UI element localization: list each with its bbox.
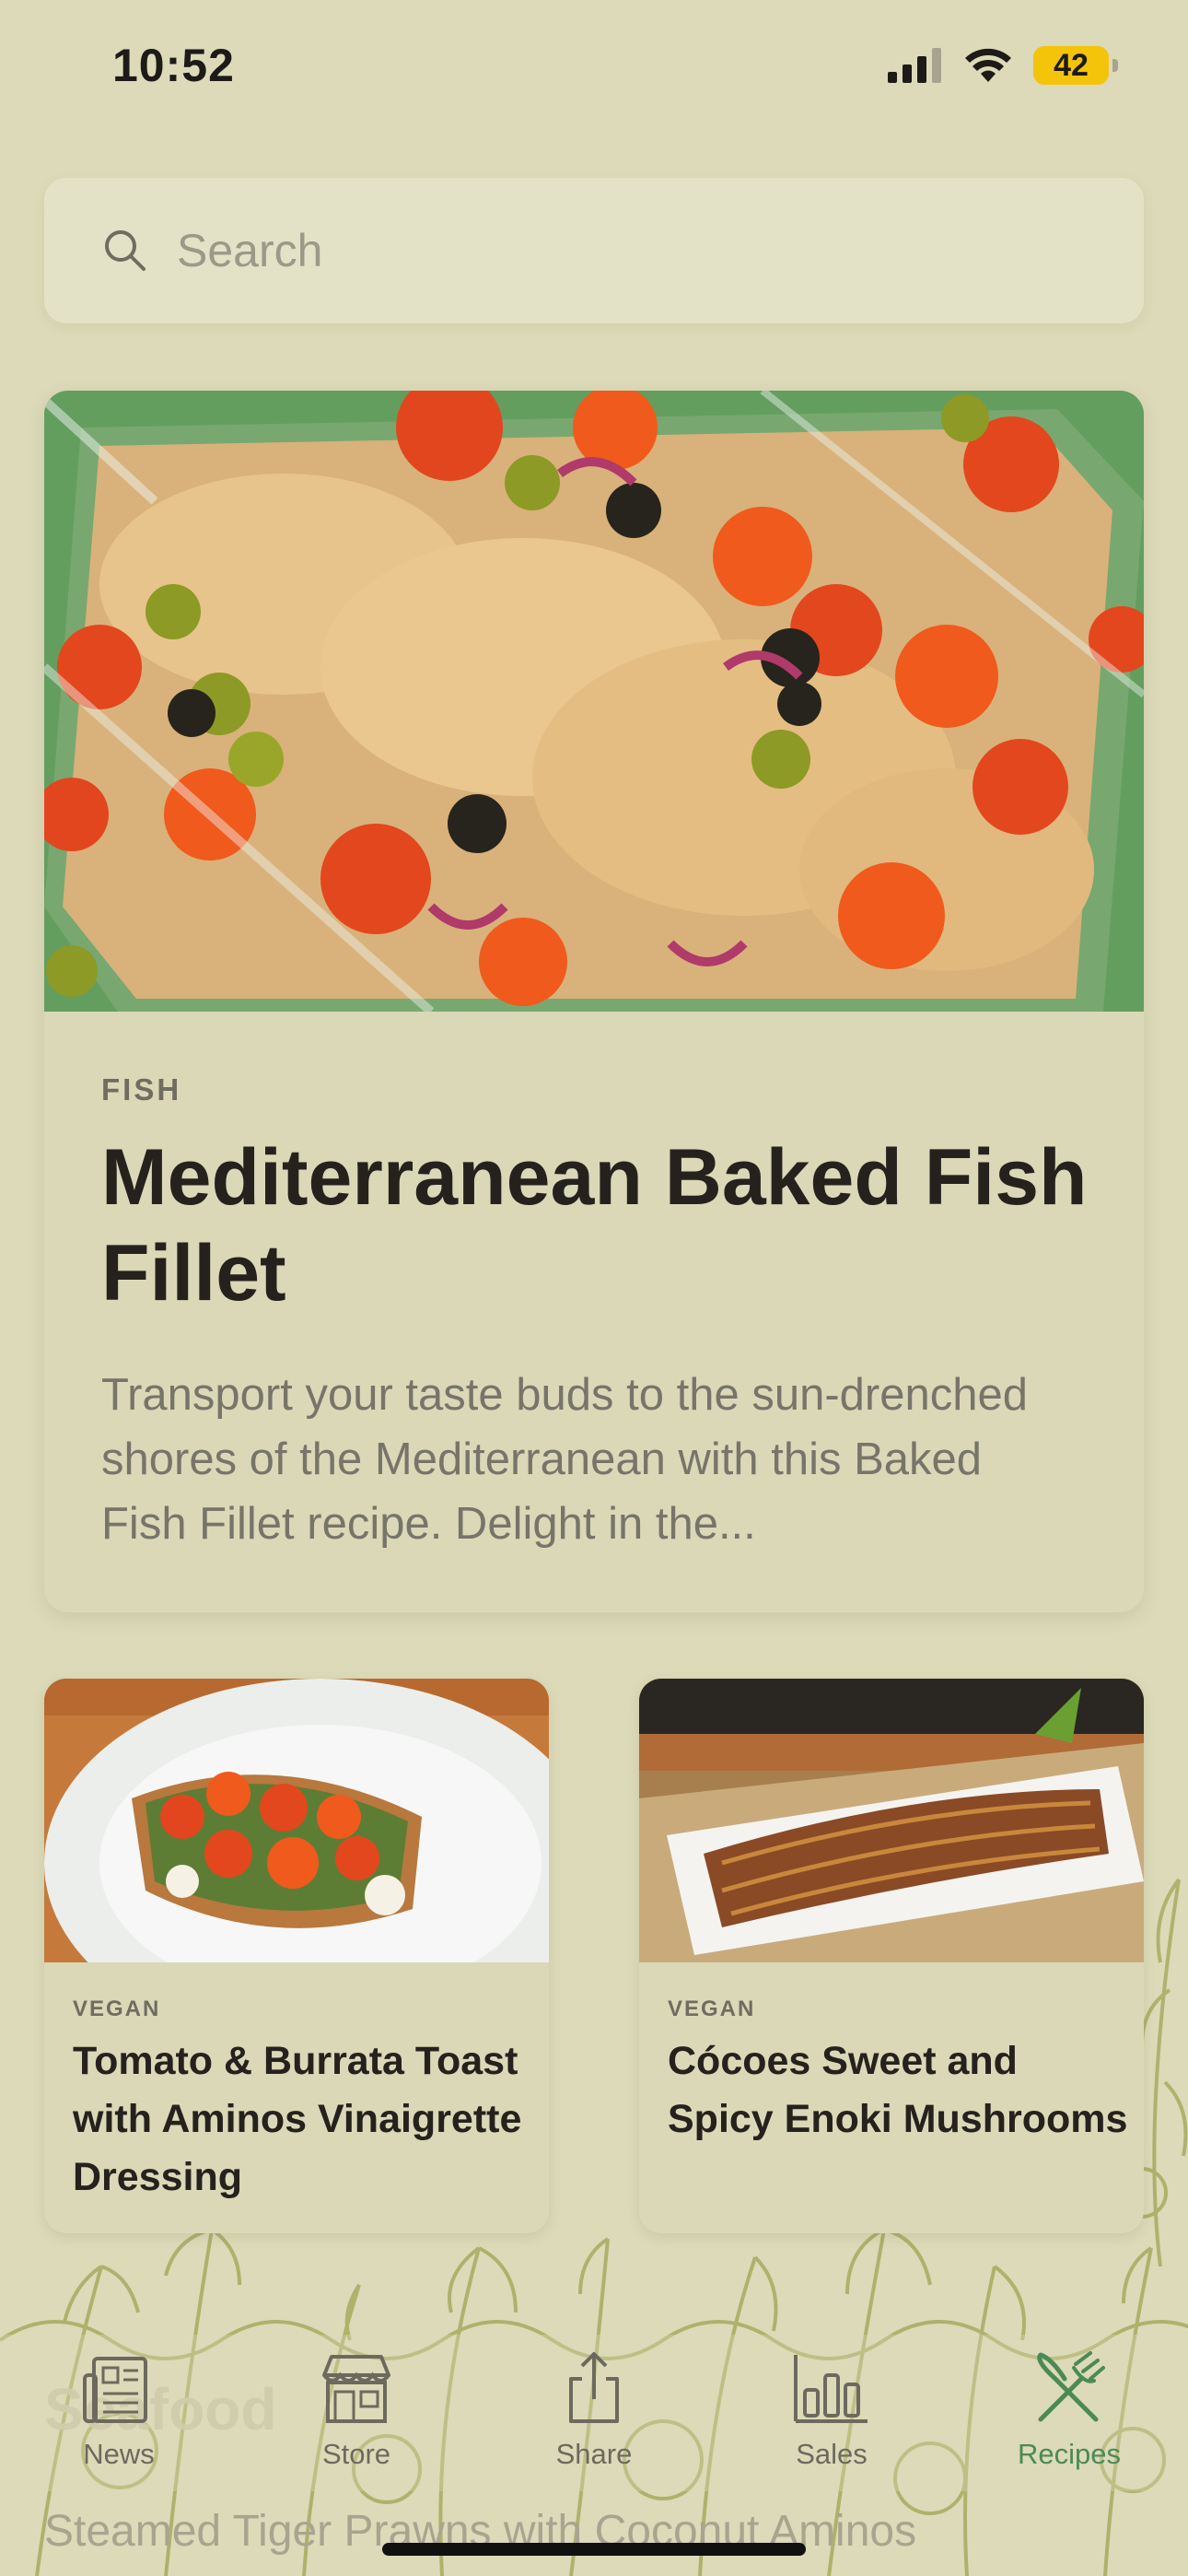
store-icon — [322, 2355, 390, 2423]
newspaper-icon — [83, 2357, 147, 2423]
tab-bar: News Store Share Sales Recipes — [0, 2335, 1188, 2491]
tab-sales[interactable]: Sales — [713, 2335, 950, 2491]
status-icons: 42 — [888, 46, 1118, 85]
tab-recipes[interactable]: Recipes — [950, 2335, 1188, 2491]
featured-recipe-image — [44, 391, 1144, 1012]
tab-news[interactable]: News — [0, 2335, 238, 2491]
cellular-signal-icon — [888, 48, 941, 83]
featured-recipe-card[interactable]: FISH Mediterranean Baked Fish Fillet Tra… — [44, 391, 1144, 1612]
fork-knife-icon — [1037, 2351, 1105, 2422]
share-icon — [569, 2352, 619, 2423]
home-indicator — [382, 2543, 806, 2556]
featured-title: Mediterranean Baked Fish Fillet — [101, 1133, 1088, 1317]
bar-chart-icon — [794, 2355, 868, 2423]
featured-description: Transport your taste buds to the sun-dre… — [101, 1370, 1028, 1549]
recipe-card-category: VEGAN — [73, 1996, 161, 2021]
search-bar[interactable] — [44, 178, 1144, 323]
tab-label: News — [83, 2438, 155, 2470]
recipe-card-title: Cócoes Sweet and Spicy Enoki Mushrooms — [668, 2039, 1128, 2141]
battery-cap — [1112, 59, 1118, 72]
battery-icon: 42 — [1033, 46, 1118, 85]
tab-store[interactable]: Store — [238, 2335, 475, 2491]
wifi-icon — [965, 48, 1011, 82]
recipe-card-category: VEGAN — [668, 1996, 756, 2021]
tab-label: Store — [321, 2438, 391, 2470]
recipe-card[interactable]: VEGAN Tomato & Burrata Toast with Aminos… — [44, 1679, 549, 2233]
tab-label: Share — [555, 2438, 633, 2470]
search-icon — [105, 230, 146, 271]
recipes-screen: 10:52 42 Search FISH Mediterranean Baked… — [0, 0, 1188, 2576]
tab-label: Recipes — [1018, 2438, 1121, 2470]
tab-label: Sales — [796, 2438, 868, 2470]
status-bar: 10:52 42 — [0, 0, 1188, 138]
recipe-card-title: Tomato & Burrata Toast with Aminos Vinai… — [73, 2039, 522, 2199]
recipe-card[interactable]: VEGAN Cócoes Sweet and Spicy Enoki Mushr… — [639, 1679, 1144, 2233]
featured-category: FISH — [101, 1072, 182, 1107]
tab-share[interactable]: Share — [475, 2335, 713, 2491]
status-time: 10:52 — [112, 40, 235, 91]
recipe-card-image — [44, 1679, 549, 1962]
battery-level: 42 — [1054, 47, 1089, 83]
recipe-card-image — [639, 1679, 1144, 1962]
search-input[interactable] — [177, 224, 1052, 277]
